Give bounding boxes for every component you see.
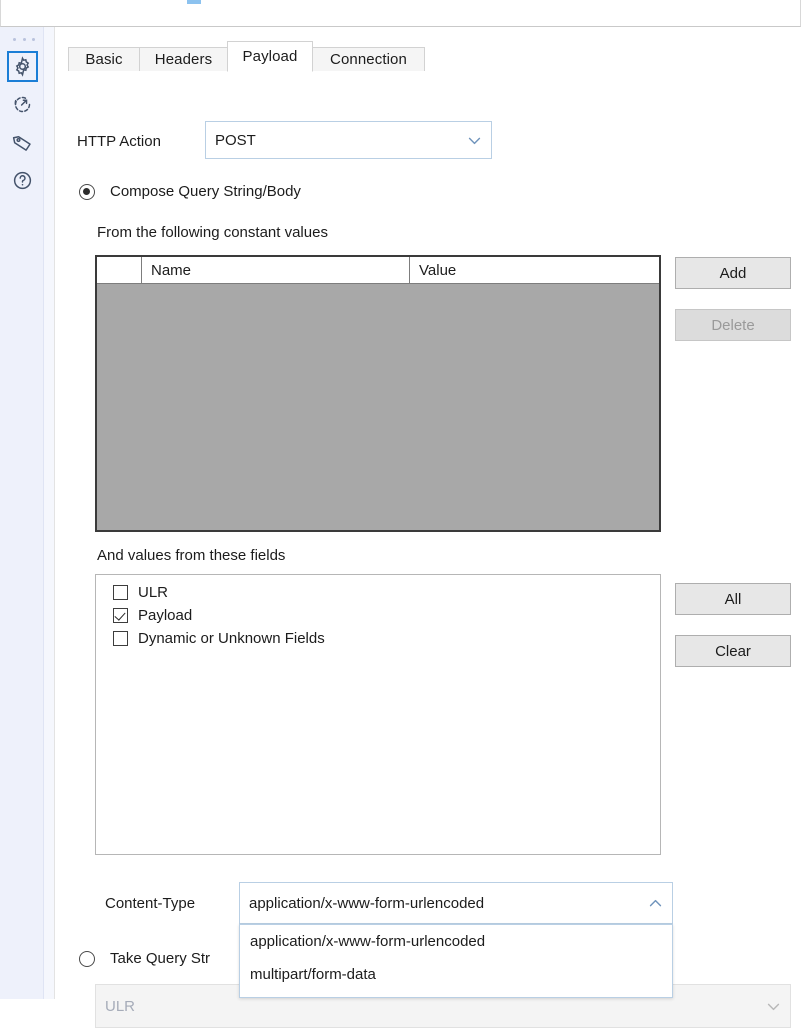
table-col-value[interactable]: Value: [410, 257, 659, 283]
rail-divider: [44, 27, 55, 999]
table-col-name[interactable]: Name: [142, 257, 410, 283]
checkbox-ulr[interactable]: [113, 585, 128, 600]
tag-icon: [12, 132, 33, 153]
http-action-combobox[interactable]: POST: [205, 121, 492, 159]
source-combobox-placeholder: ULR: [105, 997, 136, 1015]
refresh-arrow-icon: [12, 94, 33, 115]
all-button[interactable]: All: [675, 583, 791, 615]
list-item[interactable]: Payload: [103, 604, 660, 627]
tab-connection[interactable]: Connection: [312, 47, 425, 72]
gear-icon: [12, 56, 33, 77]
constant-values-table[interactable]: Name Value: [95, 255, 661, 532]
compose-query-radio[interactable]: [79, 184, 95, 200]
list-item[interactable]: ULR: [103, 581, 660, 604]
chevron-up-icon[interactable]: [638, 883, 672, 923]
content-type-dropdown-list[interactable]: application/x-www-form-urlencoded multip…: [239, 924, 673, 998]
http-action-label: HTTP Action: [77, 133, 161, 150]
dropdown-option-urlencoded[interactable]: application/x-www-form-urlencoded: [240, 925, 672, 958]
fields-checkbox-list[interactable]: ULR Payload Dynamic or Unknown Fields: [95, 574, 661, 855]
tab-payload[interactable]: Payload: [227, 41, 313, 72]
take-query-string-radio[interactable]: [79, 951, 95, 967]
add-button[interactable]: Add: [675, 257, 791, 289]
list-item-label: ULR: [138, 584, 169, 601]
clear-button[interactable]: Clear: [675, 635, 791, 667]
rail-item-settings[interactable]: [7, 51, 38, 82]
content-type-value: application/x-www-form-urlencoded: [249, 894, 485, 912]
rail-item-tags[interactable]: [7, 127, 38, 158]
http-action-value: POST: [215, 131, 256, 149]
table-col-select[interactable]: [97, 257, 142, 283]
table-header-row: Name Value: [97, 257, 659, 284]
take-query-string-label: Take Query Str: [110, 950, 211, 967]
help-circle-icon: [12, 170, 33, 191]
chevron-down-icon: [756, 985, 790, 1027]
content-type-label: Content-Type: [105, 895, 196, 912]
constants-caption: From the following constant values: [97, 224, 328, 241]
checkbox-payload[interactable]: [113, 608, 128, 623]
payload-tab-body: HTTP Action POST Compose Query String/Bo…: [62, 71, 801, 1028]
list-item-label: Payload: [138, 607, 193, 624]
rail-item-help[interactable]: [7, 165, 38, 196]
content-type-combobox[interactable]: application/x-www-form-urlencoded: [239, 882, 673, 924]
payload-settings-panel: Basic Headers Payload Connection HTTP Ac…: [56, 27, 801, 1028]
delete-button: Delete: [675, 309, 791, 341]
fields-caption: And values from these fields: [97, 547, 286, 564]
window-top-edge: [0, 0, 801, 27]
chevron-down-icon[interactable]: [457, 122, 491, 158]
dropdown-option-multipart[interactable]: multipart/form-data: [240, 958, 672, 991]
icon-rail: [0, 27, 44, 999]
clipped-toolbar-fragment: [187, 0, 201, 4]
checkbox-dynamic-fields[interactable]: [113, 631, 128, 646]
tab-strip: Basic Headers Payload Connection: [62, 41, 801, 72]
drag-handle-dots-icon[interactable]: [13, 34, 35, 44]
tab-headers[interactable]: Headers: [139, 47, 228, 72]
compose-query-label: Compose Query String/Body: [110, 183, 301, 200]
tab-basic[interactable]: Basic: [68, 47, 140, 72]
rail-item-refresh[interactable]: [7, 89, 38, 120]
list-item-label: Dynamic or Unknown Fields: [138, 630, 325, 647]
list-item[interactable]: Dynamic or Unknown Fields: [103, 627, 660, 650]
